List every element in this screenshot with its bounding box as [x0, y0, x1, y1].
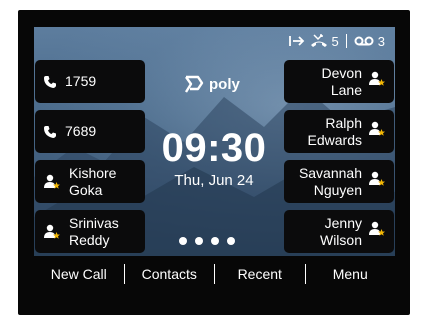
speed-dial-label: Kishore Goka: [69, 164, 117, 198]
speed-dial-jenny-wilson[interactable]: Jenny Wilson: [284, 210, 394, 253]
clock-time: 09:30: [161, 126, 267, 170]
speed-dial-label: Jenny Wilson: [319, 214, 362, 248]
voicemail-icon: [354, 36, 374, 46]
line-key-label: 7689: [65, 123, 97, 139]
contact-star-icon: [43, 223, 61, 241]
phone-icon: [43, 75, 57, 89]
speed-dial-label: Devon Lane: [321, 64, 362, 98]
missed-call-icon: [310, 34, 327, 47]
poly-logo: poly: [183, 74, 240, 94]
speed-dial-devon-lane[interactable]: Devon Lane: [284, 60, 394, 103]
page-dot[interactable]: [179, 237, 187, 245]
contact-star-icon: [368, 70, 386, 93]
line-key-7689[interactable]: 7689: [35, 110, 145, 153]
missed-call-count: 5: [331, 33, 339, 49]
phone-screen: 5 3 1759 7689 Kishore Goka Srinivas Redd…: [34, 27, 395, 256]
page-dot[interactable]: [195, 237, 203, 245]
status-divider: [345, 34, 347, 48]
softkey-new-call[interactable]: New Call: [34, 266, 124, 282]
status-bar: 5 3: [288, 31, 385, 51]
softkey-contacts[interactable]: Contacts: [125, 266, 215, 282]
clock-date: Thu, Jun 24: [174, 172, 254, 189]
speed-dial-srinivas-reddy[interactable]: Srinivas Reddy: [35, 210, 145, 253]
page-dot[interactable]: [227, 237, 235, 245]
speed-dial-label: Ralph Edwards: [307, 114, 362, 148]
page-indicator[interactable]: [179, 237, 235, 245]
phone-icon: [43, 125, 57, 139]
call-forward-icon: [288, 36, 304, 46]
line-key-label: 1759: [65, 73, 97, 89]
softkey-menu[interactable]: Menu: [306, 266, 396, 282]
line-key-1759[interactable]: 1759: [35, 60, 145, 103]
speed-dial-ralph-edwards[interactable]: Ralph Edwards: [284, 110, 394, 153]
logo-text: poly: [209, 75, 240, 93]
softkey-recent[interactable]: Recent: [215, 266, 305, 282]
page-dot[interactable]: [211, 237, 219, 245]
softkey-bar: New Call Contacts Recent Menu: [34, 260, 395, 288]
contact-star-icon: [43, 173, 61, 191]
speed-dial-label: Savannah Nguyen: [298, 164, 362, 198]
contact-star-icon: [368, 170, 386, 193]
speed-dial-savannah-nguyen[interactable]: Savannah Nguyen: [284, 160, 394, 203]
poly-logo-mark-icon: [184, 75, 204, 93]
speed-dial-label: Srinivas Reddy: [69, 214, 119, 248]
speed-dial-kishore-goka[interactable]: Kishore Goka: [35, 160, 145, 203]
contact-star-icon: [368, 120, 386, 143]
voicemail-count: 3: [377, 33, 385, 49]
contact-star-icon: [368, 220, 386, 243]
